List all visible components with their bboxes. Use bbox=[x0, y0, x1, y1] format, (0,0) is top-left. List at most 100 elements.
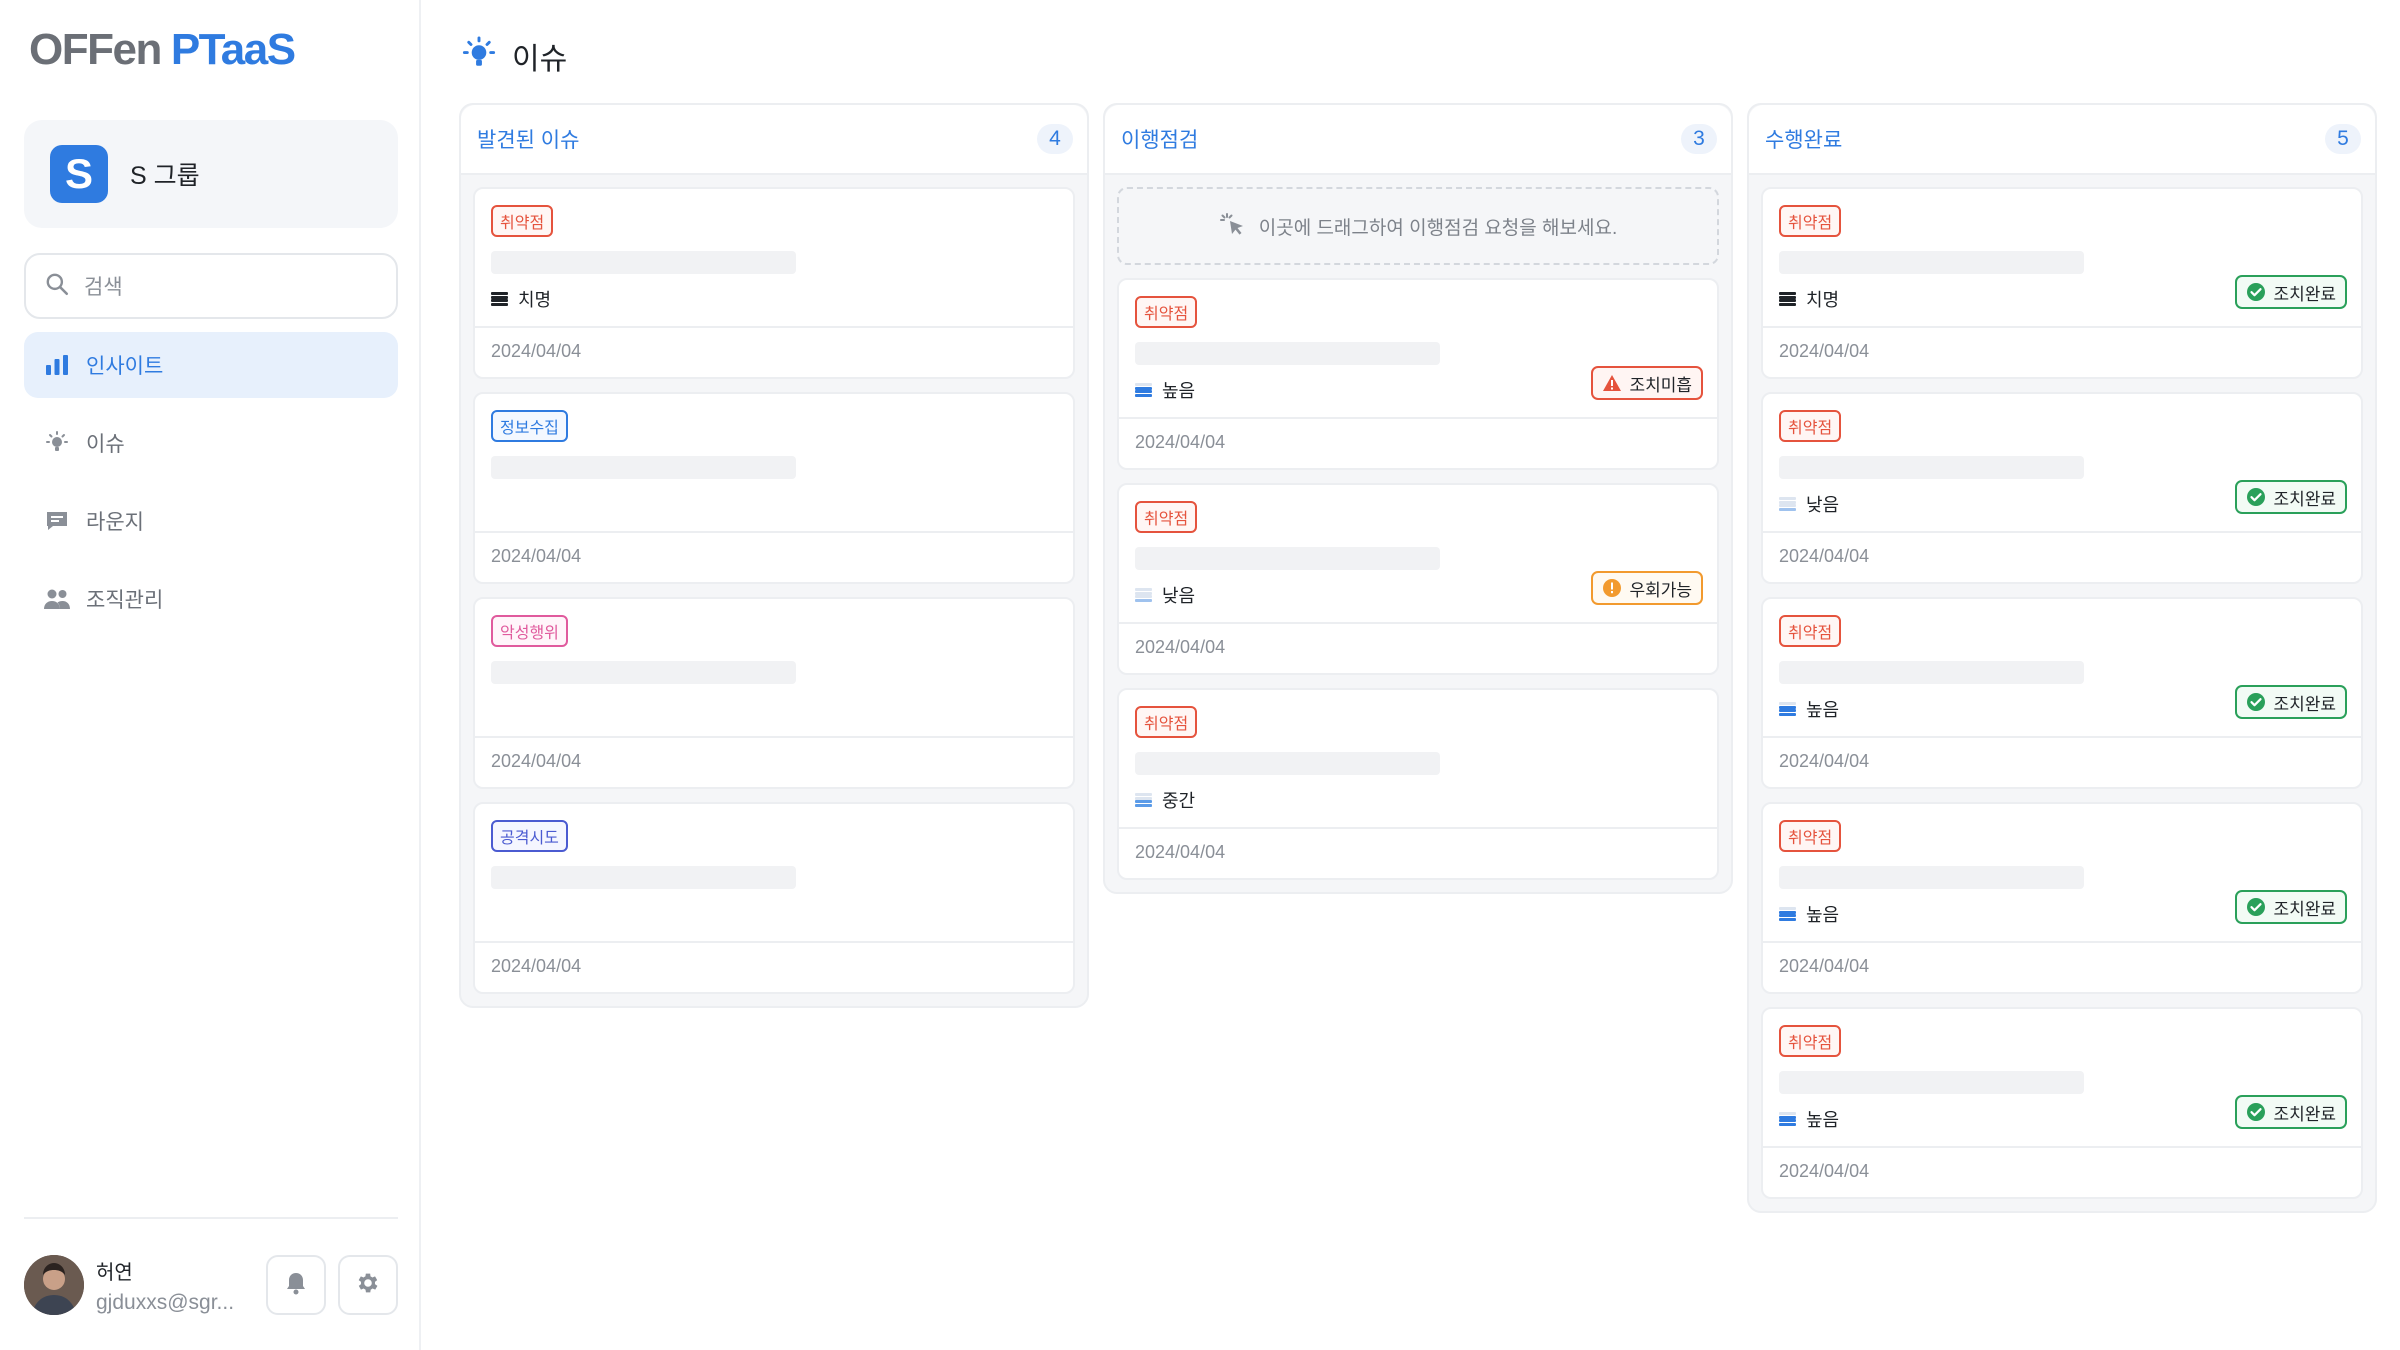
issue-card[interactable]: 공격시도 2024/04/04 bbox=[473, 802, 1075, 994]
card-date: 2024/04/04 bbox=[491, 546, 582, 566]
status-badge: 조치완료 bbox=[2235, 480, 2347, 514]
status-badge: 조치완료 bbox=[2235, 890, 2347, 924]
title-placeholder bbox=[1779, 456, 2084, 479]
category-tag: 취약점 bbox=[1779, 1025, 1842, 1057]
issue-card[interactable]: 취약점 높음 조치완료 2024/04/04 bbox=[1761, 597, 2363, 789]
check-circle-icon bbox=[2246, 487, 2266, 507]
check-circle-icon bbox=[2246, 897, 2266, 917]
card-date: 2024/04/04 bbox=[1779, 546, 1870, 566]
column-body: 취약점 치명 조치완료 2024/04/04 취약점 낮음 조치완료 2024/… bbox=[1749, 175, 2375, 1211]
logo-text-ptaas: PTaaS bbox=[170, 25, 296, 74]
category-tag: 악성행위 bbox=[491, 615, 568, 647]
card-date: 2024/04/04 bbox=[1779, 956, 1870, 976]
sidebar-item-label: 이슈 bbox=[86, 433, 125, 456]
bar-chart-icon bbox=[42, 350, 72, 380]
status-label: 조치완료 bbox=[2273, 489, 2336, 509]
status-label: 우회가능 bbox=[1629, 580, 1692, 600]
severity: 중간 bbox=[1135, 787, 1195, 813]
category-tag: 취약점 bbox=[1779, 410, 1842, 442]
status-badge: 조치미흡 bbox=[1591, 366, 1703, 400]
search-input[interactable]: 검색 bbox=[24, 253, 398, 319]
search-icon bbox=[44, 271, 70, 302]
sidebar-item-organization[interactable]: 조직관리 bbox=[24, 566, 398, 632]
severity: 치명 bbox=[491, 286, 551, 312]
sidebar: OFFen PTaaS S S 그룹 검색 인사이트 이슈 라운지 조직관리 허… bbox=[0, 0, 421, 1350]
column-count: 3 bbox=[1681, 124, 1717, 154]
user-email: gjduxxs@sgr... bbox=[96, 1290, 235, 1314]
severity: 높음 bbox=[1779, 1106, 1839, 1132]
sidebar-divider bbox=[24, 1217, 398, 1219]
category-tag: 취약점 bbox=[1135, 501, 1198, 533]
issue-card[interactable]: 정보수집 2024/04/04 bbox=[473, 392, 1075, 584]
page-header: 이슈 bbox=[460, 34, 567, 78]
column-count: 5 bbox=[2325, 124, 2361, 154]
severity-label: 높음 bbox=[1806, 700, 1840, 720]
card-date: 2024/04/04 bbox=[491, 341, 582, 361]
category-tag: 정보수집 bbox=[491, 410, 568, 442]
issue-card[interactable]: 취약점 치명 2024/04/04 bbox=[473, 187, 1075, 379]
check-circle-icon bbox=[2246, 282, 2266, 302]
lightbulb-icon bbox=[42, 428, 72, 458]
severity-label: 치명 bbox=[518, 290, 552, 310]
search-placeholder: 검색 bbox=[84, 276, 123, 299]
issue-card[interactable]: 취약점 높음 조치미흡 2024/04/04 bbox=[1117, 278, 1719, 470]
chat-icon bbox=[42, 506, 72, 536]
sidebar-nav: 인사이트 이슈 라운지 조직관리 bbox=[24, 332, 398, 644]
gear-icon bbox=[355, 1270, 381, 1301]
category-tag: 취약점 bbox=[1779, 820, 1842, 852]
org-badge: S bbox=[50, 145, 108, 203]
severity-label: 낮음 bbox=[1806, 495, 1840, 515]
issue-card[interactable]: 취약점 높음 조치완료 2024/04/04 bbox=[1761, 1007, 2363, 1199]
org-name: S 그룹 bbox=[130, 162, 200, 190]
severity-label: 높음 bbox=[1806, 905, 1840, 925]
sidebar-item-lounge[interactable]: 라운지 bbox=[24, 488, 398, 554]
app-logo[interactable]: OFFen PTaaS bbox=[29, 24, 296, 76]
column-title: 이행점검 bbox=[1121, 129, 1199, 152]
alert-circle-icon bbox=[1602, 578, 1622, 598]
category-tag: 취약점 bbox=[1135, 706, 1198, 738]
column-body: 취약점 치명 2024/04/04 정보수집 2024/04/04 악성행위 2… bbox=[461, 175, 1087, 1006]
title-placeholder bbox=[491, 866, 796, 889]
severity-label: 낮음 bbox=[1162, 586, 1196, 606]
org-switcher[interactable]: S S 그룹 bbox=[24, 120, 398, 228]
sidebar-item-insight[interactable]: 인사이트 bbox=[24, 332, 398, 398]
status-badge: 조치완료 bbox=[2235, 685, 2347, 719]
board-column-verification: 이행점검 3 이곳에 드래그하여 이행점검 요청을 해보세요. 취약점 높음 조… bbox=[1103, 103, 1733, 894]
severity-high-icon bbox=[1779, 702, 1796, 716]
category-tag: 취약점 bbox=[1779, 615, 1842, 647]
drop-zone-hint: 이곳에 드래그하여 이행점검 요청을 해보세요. bbox=[1258, 217, 1618, 239]
severity-low-icon bbox=[1135, 588, 1152, 602]
issue-card[interactable]: 취약점 치명 조치완료 2024/04/04 bbox=[1761, 187, 2363, 379]
card-date: 2024/04/04 bbox=[1779, 341, 1870, 361]
status-badge: 조치완료 bbox=[2235, 1095, 2347, 1129]
check-circle-icon bbox=[2246, 692, 2266, 712]
issue-card[interactable]: 취약점 중간 2024/04/04 bbox=[1117, 688, 1719, 880]
board-column-completed: 수행완료 5 취약점 치명 조치완료 2024/04/04 취약점 낮음 조치완… bbox=[1747, 103, 2377, 1213]
sidebar-item-issue[interactable]: 이슈 bbox=[24, 410, 398, 476]
status-badge: 조치완료 bbox=[2235, 275, 2347, 309]
issue-card[interactable]: 악성행위 2024/04/04 bbox=[473, 597, 1075, 789]
issue-card[interactable]: 취약점 낮음 우회가능 2024/04/04 bbox=[1117, 483, 1719, 675]
severity-critical-icon bbox=[491, 292, 508, 306]
sidebar-item-label: 인사이트 bbox=[86, 355, 164, 378]
user-info: 허연 gjduxxs@sgr... bbox=[96, 1256, 256, 1315]
severity: 높음 bbox=[1135, 377, 1195, 403]
severity: 낮음 bbox=[1135, 582, 1195, 608]
category-tag: 취약점 bbox=[1135, 296, 1198, 328]
drop-zone[interactable]: 이곳에 드래그하여 이행점검 요청을 해보세요. bbox=[1117, 187, 1719, 265]
issue-card[interactable]: 취약점 높음 조치완료 2024/04/04 bbox=[1761, 802, 2363, 994]
issue-card[interactable]: 취약점 낮음 조치완료 2024/04/04 bbox=[1761, 392, 2363, 584]
severity: 낮음 bbox=[1779, 491, 1839, 517]
avatar[interactable] bbox=[24, 1255, 84, 1315]
category-tag: 취약점 bbox=[491, 205, 554, 237]
column-title: 발견된 이슈 bbox=[477, 129, 580, 152]
settings-button[interactable] bbox=[338, 1255, 398, 1315]
card-date: 2024/04/04 bbox=[1135, 432, 1226, 452]
severity-medium-icon bbox=[1135, 793, 1152, 807]
status-label: 조치완료 bbox=[2273, 284, 2336, 304]
card-date: 2024/04/04 bbox=[1779, 751, 1870, 771]
notification-button[interactable] bbox=[266, 1255, 326, 1315]
title-placeholder bbox=[1135, 342, 1440, 365]
column-header: 발견된 이슈 4 bbox=[461, 105, 1087, 175]
severity: 치명 bbox=[1779, 286, 1839, 312]
